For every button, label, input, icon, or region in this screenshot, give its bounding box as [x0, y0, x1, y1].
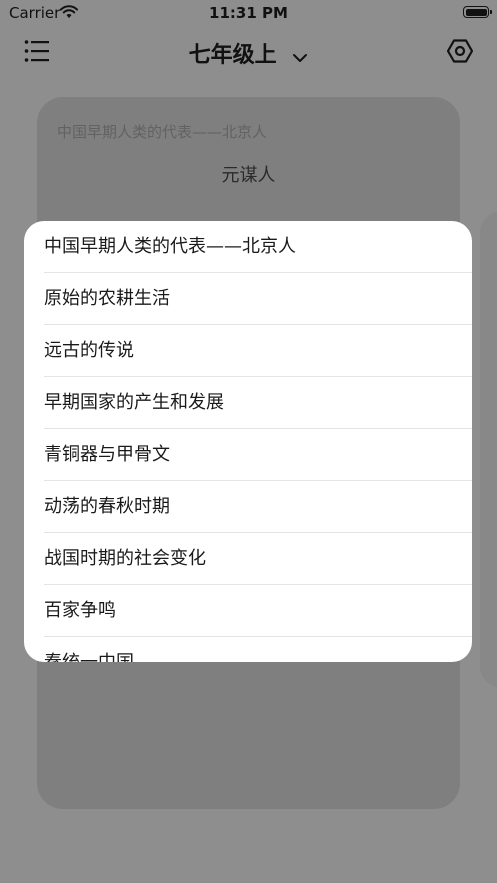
lesson-dropdown: 中国早期人类的代表——北京人 原始的农耕生活 远古的传说 早期国家的产生和发展 … — [24, 221, 472, 662]
page-title: 七年级上 — [188, 43, 277, 68]
lesson-item[interactable]: 秦统一中国 — [24, 637, 472, 662]
lesson-item[interactable]: 原始的农耕生活 — [24, 273, 472, 325]
lesson-item[interactable]: 远古的传说 — [24, 325, 472, 377]
lesson-item[interactable]: 青铜器与甲骨文 — [24, 429, 472, 481]
lesson-item[interactable]: 中国早期人类的代表——北京人 — [24, 221, 472, 273]
battery-icon — [463, 6, 492, 18]
lesson-item[interactable]: 动荡的春秋时期 — [24, 481, 472, 533]
chevron-down-icon — [292, 44, 308, 69]
card-subtitle: 中国早期人类的代表——北京人 — [57, 123, 268, 141]
next-card-peek[interactable] — [480, 212, 497, 687]
card-title: 元谋人 — [221, 165, 276, 186]
status-bar: Carrier 11:31 PM — [0, 0, 497, 26]
lesson-item[interactable]: 早期国家的产生和发展 — [24, 377, 472, 429]
clock: 11:31 PM — [209, 4, 288, 22]
lesson-item[interactable]: 战国时期的社会变化 — [24, 533, 472, 585]
lesson-item[interactable]: 百家争鸣 — [24, 585, 472, 637]
nav-bar: 七年级上 — [0, 26, 497, 78]
settings-hexagon-icon[interactable] — [446, 38, 474, 64]
grade-selector[interactable]: 七年级上 — [0, 37, 497, 69]
